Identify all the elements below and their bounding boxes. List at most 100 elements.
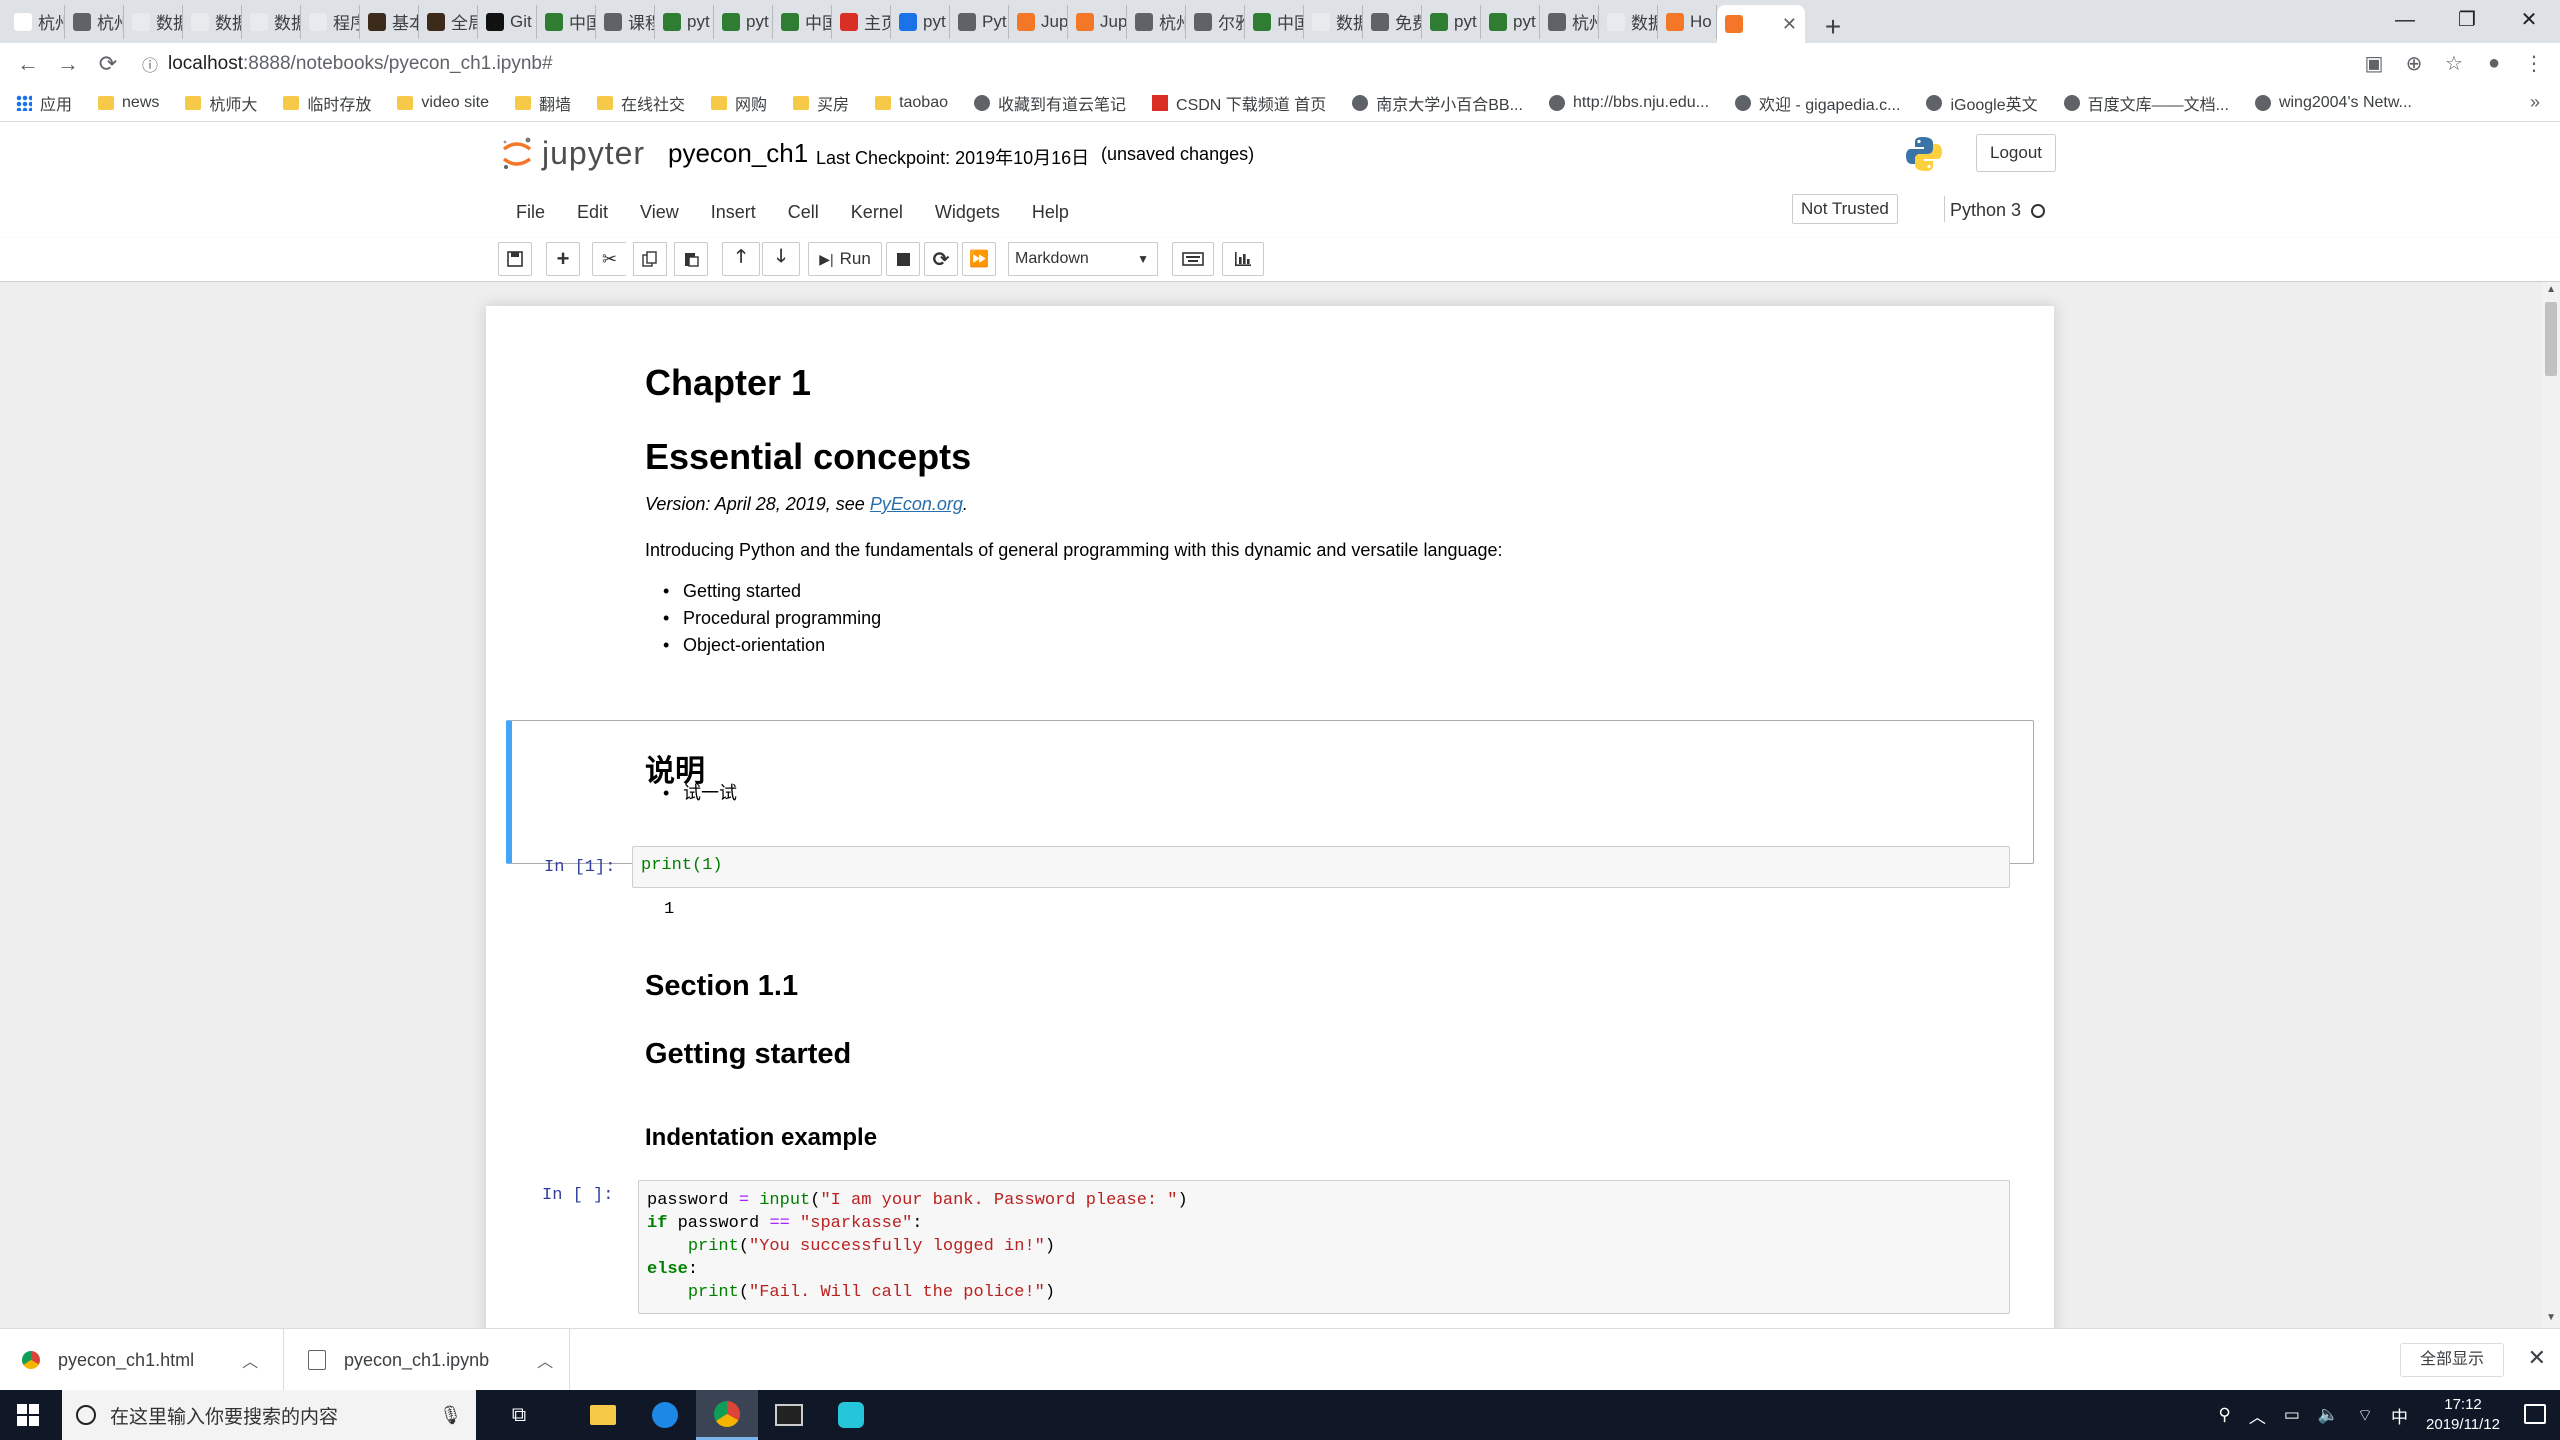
browser-tab[interactable]: pyt — [714, 4, 773, 39]
menu-help[interactable]: Help — [1032, 202, 1069, 223]
browser-tab[interactable]: 中国 — [773, 4, 832, 39]
browser-tab[interactable]: Jup — [1009, 4, 1068, 39]
forward-button[interactable]: → — [48, 51, 88, 77]
jupyter-logo[interactable]: jupyter — [500, 134, 645, 172]
network-icon[interactable]: ⌔ — [2357, 1405, 2373, 1426]
save-button[interactable] — [498, 242, 532, 276]
pyecon-link[interactable]: PyEcon.org — [870, 494, 963, 514]
bookmark-item[interactable]: 应用 — [16, 91, 72, 115]
bookmark-item[interactable]: CSDN 下载频道 首页 — [1152, 91, 1326, 115]
browser-tab[interactable]: 数据 — [1599, 4, 1658, 39]
page-scrollbar[interactable] — [2542, 282, 2560, 1328]
browser-tab[interactable]: 数据 — [183, 4, 242, 39]
bookmark-item[interactable]: 杭师大 — [185, 91, 257, 115]
browser-tab[interactable]: Jup — [1068, 4, 1127, 39]
browser-tab[interactable]: Git — [478, 4, 537, 39]
menu-file[interactable]: File — [516, 202, 545, 223]
scroll-down-icon[interactable]: ▼ — [2546, 1312, 2556, 1323]
profile-avatar-icon[interactable]: ● — [2474, 52, 2514, 75]
browser-tab[interactable]: pyt — [1422, 4, 1481, 39]
browser-tab[interactable]: 杭州 — [6, 4, 65, 39]
taskbar-app-blue[interactable] — [634, 1390, 696, 1440]
chevron-up-icon[interactable]: ︿ — [537, 1348, 553, 1372]
scrollbar-thumb[interactable] — [2545, 302, 2557, 376]
browser-tab[interactable]: 尔雅 — [1186, 4, 1245, 39]
close-tab-icon[interactable]: ✕ — [1782, 14, 1797, 35]
scroll-up-icon[interactable]: ▲ — [2546, 284, 2556, 295]
menu-view[interactable]: View — [640, 202, 679, 223]
notebook-name[interactable]: pyecon_ch1 — [668, 138, 808, 169]
browser-tab[interactable]: 数据 — [1304, 4, 1363, 39]
bookmark-item[interactable]: 网购 — [711, 91, 767, 115]
bookmark-item[interactable]: 在线社交 — [597, 91, 685, 115]
browser-tab[interactable]: 主页 — [832, 4, 891, 39]
bookmark-item[interactable]: 临时存放 — [283, 91, 371, 115]
move-up-button[interactable]: 🡑 — [722, 242, 760, 276]
bookmark-item[interactable]: 收藏到有道云笔记 — [974, 91, 1126, 115]
site-info-icon[interactable]: ⓘ — [142, 52, 168, 76]
taskbar-chrome[interactable] — [696, 1390, 758, 1440]
volume-icon[interactable]: 🔈 — [2318, 1405, 2339, 1425]
people-icon[interactable]: ⚲ — [2218, 1405, 2230, 1425]
bookmark-item[interactable]: 南京大学小百合BB... — [1352, 91, 1523, 115]
taskbar-app-cyan[interactable] — [820, 1390, 882, 1440]
reload-button[interactable]: ⟳ — [88, 51, 128, 77]
cell-type-select[interactable]: Markdown ▼ — [1008, 242, 1158, 276]
start-button[interactable] — [0, 1390, 56, 1440]
address-bar[interactable]: ⓘ localhost:8888/notebooks/pyecon_ch1.ip… — [142, 49, 2354, 79]
browser-tab[interactable]: 中国 — [537, 4, 596, 39]
download-item-ipynb[interactable]: pyecon_ch1.ipynb ︿ — [286, 1329, 570, 1391]
chart-tool-button[interactable] — [1222, 242, 1264, 276]
browser-tab[interactable]: Ho — [1658, 4, 1717, 39]
bookmark-item[interactable]: iGoogle英文 — [1926, 91, 2038, 115]
browser-tab[interactable]: 中国 — [1245, 4, 1304, 39]
notification-icon[interactable] — [2524, 1404, 2546, 1424]
restart-run-all-button[interactable]: ⏩ — [962, 242, 996, 276]
menu-insert[interactable]: Insert — [711, 202, 756, 223]
browser-tab[interactable]: 程序 — [301, 4, 360, 39]
clock[interactable]: 17:12 2019/11/12 — [2426, 1395, 2500, 1435]
bookmark-item[interactable]: wing2004's Netw... — [2254, 94, 2412, 112]
back-button[interactable]: ← — [8, 51, 48, 77]
browser-tab[interactable]: 基本 — [360, 4, 419, 39]
taskbar-explorer[interactable] — [572, 1390, 634, 1440]
run-button[interactable]: ▶| Run — [808, 242, 882, 276]
task-view-button[interactable]: ⧉ — [488, 1390, 550, 1440]
interrupt-button[interactable] — [886, 242, 920, 276]
menu-widgets[interactable]: Widgets — [935, 202, 1000, 223]
move-down-button[interactable]: 🡓 — [762, 242, 800, 276]
bookmarks-overflow-icon[interactable]: » — [2530, 92, 2540, 113]
menu-edit[interactable]: Edit — [577, 202, 608, 223]
browser-tab[interactable]: 免费 — [1363, 4, 1422, 39]
close-shelf-icon[interactable]: ✕ — [2528, 1345, 2546, 1371]
not-trusted-indicator[interactable]: Not Trusted — [1792, 194, 1898, 224]
bookmark-item[interactable]: 翻墙 — [515, 91, 571, 115]
show-all-downloads-button[interactable]: 全部显示 — [2400, 1343, 2504, 1377]
browser-tab[interactable]: 杭州 — [1127, 4, 1186, 39]
zoom-icon[interactable]: ⊕ — [2394, 51, 2434, 76]
restart-button[interactable]: ⟳ — [924, 242, 958, 276]
bookmark-item[interactable]: video site — [397, 94, 489, 112]
ime-indicator[interactable]: 中 — [2391, 1403, 2408, 1428]
cut-button[interactable]: ✂ — [592, 242, 626, 276]
logout-button[interactable]: Logout — [1976, 134, 2056, 172]
restore-button[interactable]: ❐ — [2436, 0, 2498, 40]
chevron-up-icon[interactable]: ︿ — [242, 1348, 258, 1372]
browser-tab[interactable]: 杭州 — [65, 4, 124, 39]
cast-icon[interactable]: ▣ — [2354, 51, 2394, 76]
browser-tab[interactable]: Pyt — [950, 4, 1009, 39]
browser-tab[interactable]: pyt — [891, 4, 950, 39]
download-item-html[interactable]: pyecon_ch1.html ︿ — [0, 1329, 284, 1391]
browser-menu-icon[interactable]: ⋮ — [2514, 51, 2554, 76]
browser-tab-active[interactable]: ✕ — [1717, 5, 1805, 43]
bookmark-item[interactable]: news — [98, 94, 159, 112]
taskbar-search[interactable]: 在这里输入你要搜索的内容 🎙 — [62, 1390, 476, 1440]
microphone-icon[interactable]: 🎙 — [439, 1405, 462, 1426]
browser-tab[interactable]: 课程 — [596, 4, 655, 39]
new-tab-button[interactable]: + — [1813, 11, 1853, 43]
chevron-up-icon[interactable]: ︿ — [2249, 1403, 2266, 1428]
menu-kernel[interactable]: Kernel — [851, 202, 903, 223]
bookmark-item[interactable]: taobao — [875, 94, 948, 112]
bookmark-star-icon[interactable]: ☆ — [2434, 51, 2474, 76]
browser-tab[interactable]: 数据 — [124, 4, 183, 39]
